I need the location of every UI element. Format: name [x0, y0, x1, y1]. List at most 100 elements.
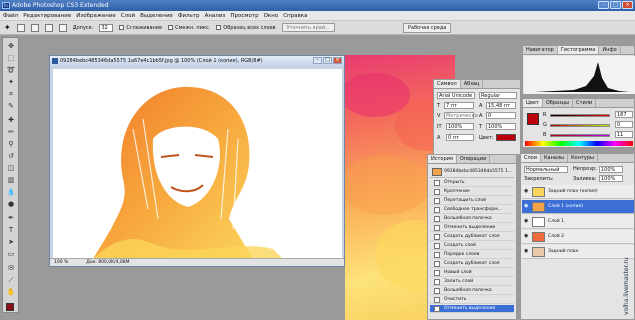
history-item[interactable]: Отменить выделение	[430, 224, 514, 232]
history-snapshot[interactable]: 09284bebc485346da5575 1...	[430, 166, 514, 178]
minimize-button[interactable]: –	[598, 1, 609, 9]
tab-layers[interactable]: Слои	[521, 154, 541, 162]
history-item[interactable]: Создать дубликат слоя	[430, 233, 514, 241]
tab-character[interactable]: Символ	[434, 80, 461, 88]
tab-info[interactable]: Инфо	[599, 46, 621, 54]
maximize-button[interactable]: □	[610, 1, 621, 9]
menu-file[interactable]: Файл	[3, 13, 18, 19]
opacity-input[interactable]: 100%	[599, 166, 623, 173]
layer-row[interactable]: ◉ Слой 2	[522, 230, 634, 244]
tracking-input[interactable]: 0	[486, 112, 516, 119]
red-value-input[interactable]: 187	[615, 111, 633, 118]
green-value-input[interactable]: 0	[615, 121, 633, 128]
menu-view[interactable]: Просмотр	[230, 13, 258, 19]
tab-styles[interactable]: Стили	[573, 99, 597, 107]
text-color-swatch[interactable]	[496, 134, 516, 141]
magic-wand-tool-icon[interactable]: ✦	[4, 23, 11, 32]
eraser-tool-icon[interactable]: ◫	[5, 164, 17, 173]
doc-minimize-button[interactable]: –	[313, 57, 322, 64]
antialias-option[interactable]: Сглаживание	[119, 24, 162, 31]
font-style-select[interactable]: Regular	[479, 92, 517, 99]
refine-edge-button[interactable]: Уточнить край...	[281, 23, 335, 32]
workspace-button[interactable]: Рабочая среда	[403, 23, 452, 33]
tab-paths[interactable]: Контуры	[568, 154, 598, 162]
doc-maximize-button[interactable]: □	[323, 57, 332, 64]
document-window[interactable]: 09284bebc485346da5575 1a67e4c1bb5f.jpg @…	[49, 55, 345, 267]
tab-histogram[interactable]: Гистограмма	[557, 46, 600, 54]
blur-tool-icon[interactable]: 💧	[5, 188, 17, 197]
marquee-tool-icon[interactable]: ⬚	[5, 54, 17, 63]
doc-close-button[interactable]: ×	[333, 57, 342, 64]
notes-tool-icon[interactable]: ✉	[5, 264, 17, 273]
subtract-selection-icon[interactable]	[44, 23, 53, 32]
history-item[interactable]: Новый слой	[430, 269, 514, 277]
pen-tool-icon[interactable]: ✒	[5, 214, 17, 223]
document-canvas[interactable]	[53, 69, 342, 259]
tab-actions[interactable]: Операции	[457, 155, 491, 163]
new-selection-icon[interactable]	[16, 23, 25, 32]
all-layers-checkbox[interactable]	[216, 24, 222, 30]
type-tool-icon[interactable]: T	[5, 226, 17, 235]
tolerance-input[interactable]: 32	[99, 23, 114, 32]
crop-tool-icon[interactable]: ⌗	[5, 90, 17, 99]
move-tool-icon[interactable]: ✥	[5, 42, 17, 51]
history-brush-icon[interactable]: ↺	[5, 152, 17, 161]
hand-tool-icon[interactable]: ✋	[5, 288, 17, 297]
healing-tool-icon[interactable]: ✚	[5, 116, 17, 125]
add-selection-icon[interactable]	[30, 23, 39, 32]
layer-row-active[interactable]: ◉ Слой 1 (копия)	[522, 200, 634, 214]
blend-mode-select[interactable]: Нормальный	[524, 166, 568, 173]
history-item[interactable]: Волшебная палочка	[430, 287, 514, 295]
history-item[interactable]: Создать дубликат слоя	[430, 260, 514, 268]
zoom-level[interactable]: 100 %	[54, 259, 68, 266]
history-item[interactable]: Открыть	[430, 179, 514, 187]
history-item[interactable]: Перетащить слой	[430, 197, 514, 205]
contiguous-option[interactable]: Смежн. пикс.	[168, 24, 210, 31]
blue-value-input[interactable]: 11	[615, 131, 633, 138]
menu-image[interactable]: Изображение	[76, 13, 116, 19]
visibility-eye-icon[interactable]: ◉	[524, 219, 530, 224]
leading-input[interactable]: 15,48 пт	[486, 102, 516, 109]
layer-row[interactable]: ◉ Слой 1	[522, 215, 634, 229]
layer-row[interactable]: ◉ Задний план (копия)	[522, 185, 634, 199]
history-item[interactable]: Создать слой	[430, 242, 514, 250]
blue-slider[interactable]	[550, 134, 610, 137]
menu-layer[interactable]: Слой	[121, 13, 135, 19]
color-ramp[interactable]	[525, 141, 633, 146]
shape-tool-icon[interactable]: ▭	[5, 250, 17, 259]
vertical-scale-input[interactable]: 100%	[446, 123, 474, 130]
kerning-input[interactable]: Метрически	[444, 112, 478, 119]
gradient-tool-icon[interactable]: ▥	[5, 176, 17, 185]
font-size-input[interactable]: 7 пт	[444, 102, 474, 109]
history-item[interactable]: Кропчение	[430, 188, 514, 196]
history-item[interactable]: Свободное трансформ...	[430, 206, 514, 214]
document-titlebar[interactable]: 09284bebc485346da5575 1a67e4c1bb5f.jpg @…	[50, 56, 344, 66]
menu-window[interactable]: Окно	[264, 13, 279, 19]
path-selection-icon[interactable]: ➤	[5, 238, 17, 247]
fill-input[interactable]: 100%	[599, 175, 623, 182]
tab-history[interactable]: История	[428, 155, 457, 163]
menu-help[interactable]: Справка	[283, 13, 307, 19]
visibility-eye-icon[interactable]: ◉	[524, 204, 530, 209]
contiguous-checkbox[interactable]	[168, 24, 174, 30]
dodge-tool-icon[interactable]: ●	[5, 200, 17, 209]
all-layers-option[interactable]: Образец всех слоев	[216, 24, 276, 31]
lasso-tool-icon[interactable]: ➰	[5, 66, 17, 75]
stamp-tool-icon[interactable]: ⚲	[5, 140, 17, 149]
menu-analysis[interactable]: Анализ	[205, 13, 226, 19]
tab-paragraph[interactable]: Абзац	[461, 80, 484, 88]
history-item-active[interactable]: Отменить выделение	[430, 305, 514, 313]
eyedropper-tool-icon[interactable]: ⟋	[5, 276, 17, 285]
history-item[interactable]: Очистить	[430, 296, 514, 304]
layer-row[interactable]: ◉ Задний план	[522, 245, 634, 259]
menu-filter[interactable]: Фильтр	[178, 13, 200, 19]
red-slider[interactable]	[550, 114, 610, 117]
history-item[interactable]: Порядок слоев	[430, 251, 514, 259]
baseline-input[interactable]: 0 пт	[446, 134, 474, 141]
history-item[interactable]: Залить слой	[430, 278, 514, 286]
color-foreground-swatch[interactable]	[527, 113, 539, 125]
tab-navigator[interactable]: Навигатор	[523, 46, 558, 54]
history-item[interactable]: Волшебная палочка	[430, 215, 514, 223]
horizontal-scale-input[interactable]: 100%	[486, 123, 516, 130]
slice-tool-icon[interactable]: ✎	[5, 102, 17, 111]
